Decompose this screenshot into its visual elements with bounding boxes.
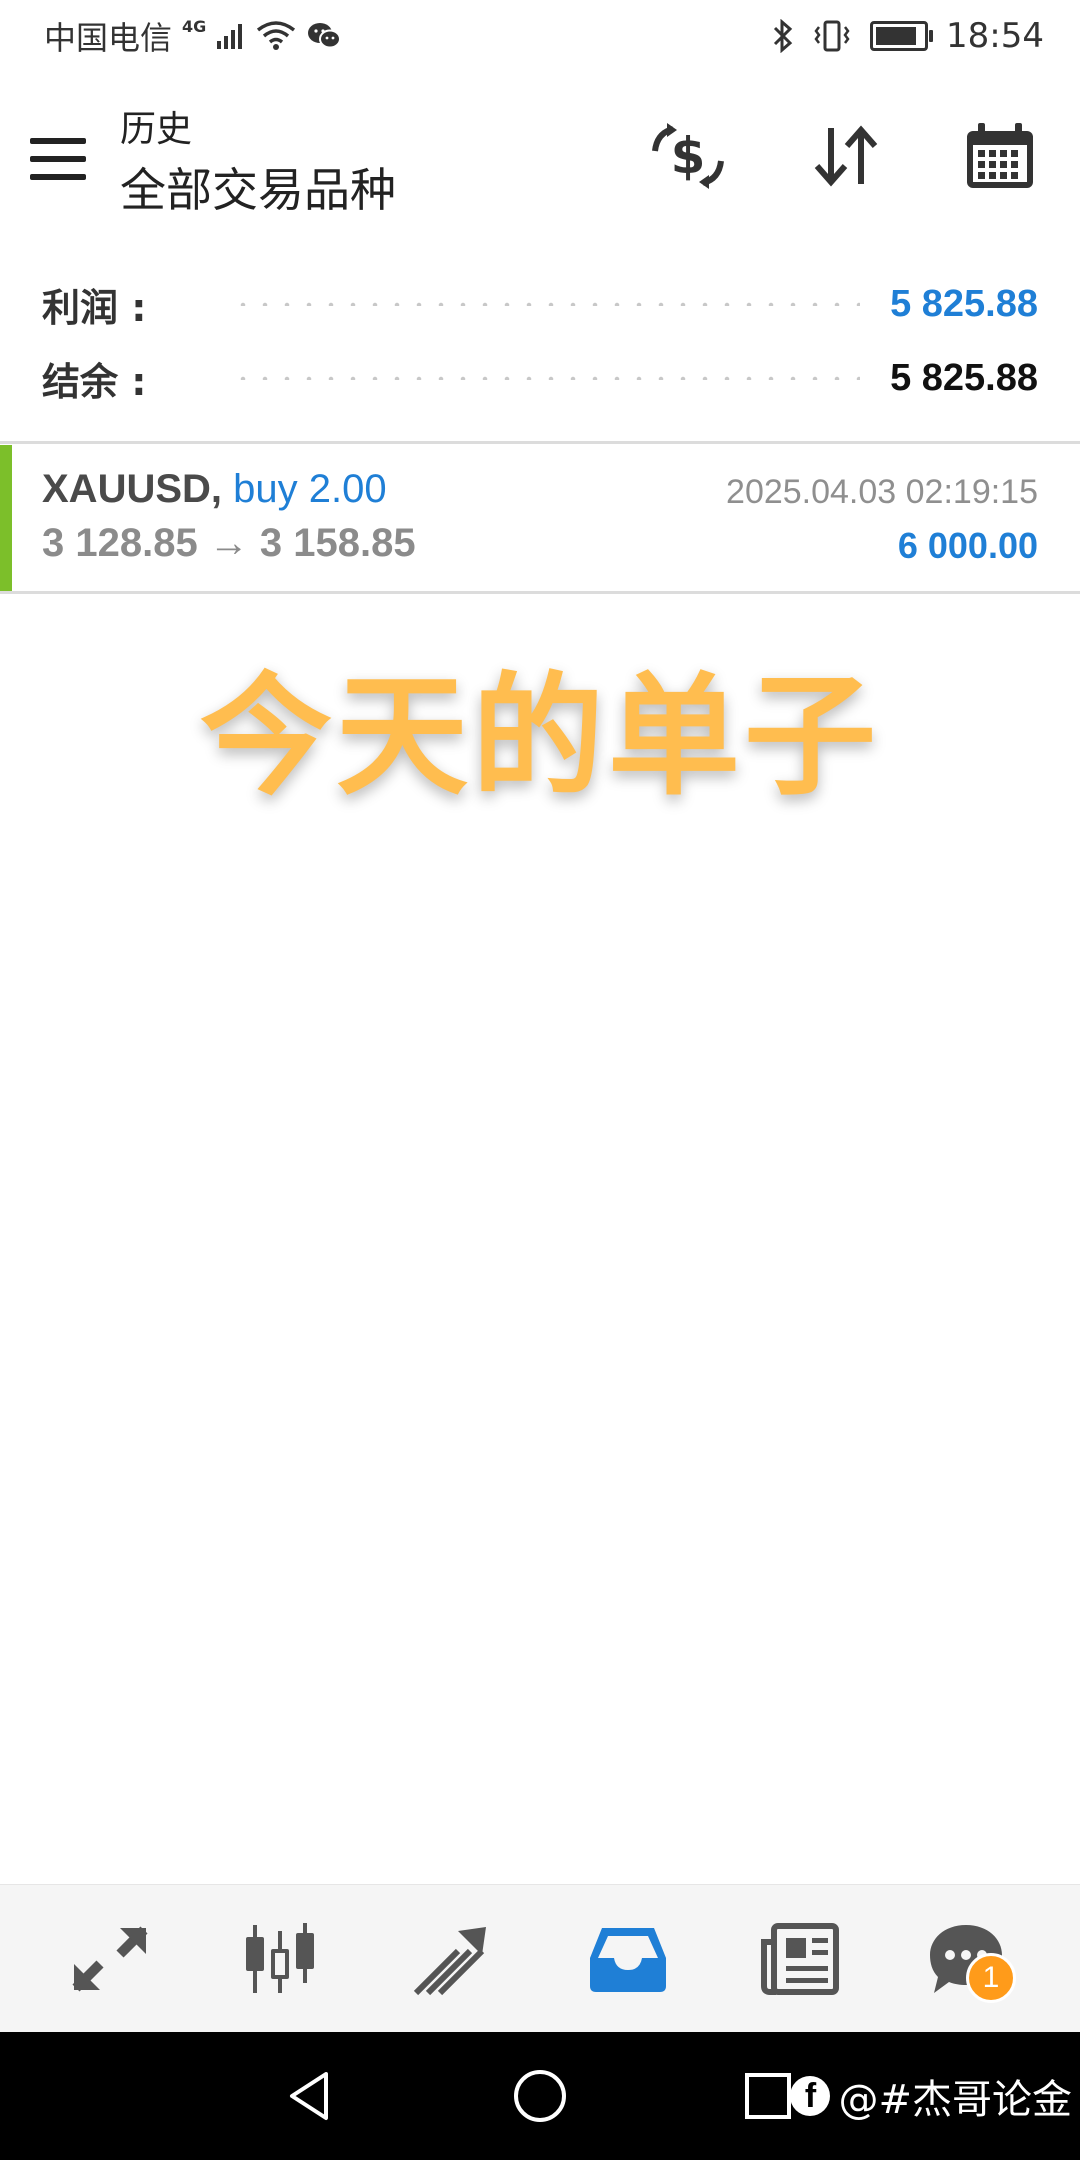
watermark: f @#杰哥论金 — [790, 2066, 1072, 2126]
history-inbox-icon[interactable] — [580, 1911, 676, 2007]
dotted-leader — [232, 376, 861, 380]
profit-row: 利润 : 5 825.88 — [42, 274, 1038, 334]
bottom-navigation: 1 — [0, 1884, 1080, 2033]
symbol-filter-title[interactable]: 全部交易品种 — [120, 154, 396, 220]
chart-candles-icon[interactable] — [232, 1911, 328, 2007]
trade-symbol: XAUUSD, buy 2.00 — [42, 467, 387, 512]
trade-time: 2025.04.03 02:19:15 — [726, 473, 1038, 511]
status-bar: 中国电信 4G 18:54 — [0, 0, 1080, 72]
trade-profit: 6 000.00 — [897, 525, 1038, 566]
trade-prices: 3 128.85 → 3 158.85 — [42, 521, 416, 565]
chat-badge: 1 — [966, 1953, 1016, 2003]
balance-row: 结余 : 5 825.88 — [42, 348, 1038, 408]
balance-value: 5 825.88 — [890, 356, 1038, 399]
balance-label: 结余 : — [42, 359, 147, 404]
app-bar: 历史 全部交易品种 $ — [0, 72, 1080, 242]
quotes-icon[interactable] — [62, 1911, 158, 2007]
overlay-caption: 今天的单子 — [200, 660, 880, 814]
trade-row[interactable]: XAUUSD, buy 2.00 3 128.85 → 3 158.85 202… — [0, 445, 1080, 591]
status-right: 18:54 — [772, 14, 1044, 58]
history-summary: 利润 : 5 825.88 结余 : 5 825.88 — [0, 266, 1080, 442]
trade-icon[interactable] — [404, 1911, 500, 2007]
back-icon[interactable] — [270, 2056, 350, 2136]
home-icon[interactable] — [500, 2056, 580, 2136]
carrier-name: 中国电信 — [44, 19, 173, 57]
signal-icon — [217, 24, 243, 49]
sort-icon[interactable] — [806, 116, 886, 196]
chat-icon[interactable]: 1 — [918, 1911, 1016, 2007]
bluetooth-icon — [773, 19, 793, 53]
dotted-leader — [232, 302, 861, 306]
wechat-icon — [308, 23, 342, 49]
calendar-icon[interactable] — [960, 116, 1040, 196]
wifi-icon — [257, 21, 296, 50]
profit-value: 5 825.88 — [890, 282, 1038, 325]
system-navigation-bar: f @#杰哥论金 — [0, 2032, 1080, 2160]
svg-text:$: $ — [671, 127, 706, 185]
section-title: 历史 — [120, 109, 193, 150]
profit-label: 利润 : — [42, 285, 147, 330]
network-type: 4G — [182, 16, 207, 36]
news-icon[interactable] — [752, 1911, 848, 2007]
trade-side-volume: buy 2.00 — [233, 467, 387, 511]
vibrate-icon — [814, 20, 850, 52]
status-left: 中国电信 4G — [44, 14, 342, 58]
battery-icon — [870, 21, 934, 51]
buy-indicator — [0, 445, 12, 591]
symbol-name: XAUUSD, — [42, 467, 223, 511]
menu-icon[interactable] — [30, 138, 86, 180]
status-time: 18:54 — [946, 16, 1044, 56]
facebook-logo-icon: f — [790, 2076, 831, 2116]
divider — [0, 591, 1080, 594]
divider — [0, 441, 1080, 444]
currency-exchange-icon[interactable]: $ — [648, 116, 728, 196]
watermark-text: @#杰哥论金 — [838, 2077, 1072, 2123]
